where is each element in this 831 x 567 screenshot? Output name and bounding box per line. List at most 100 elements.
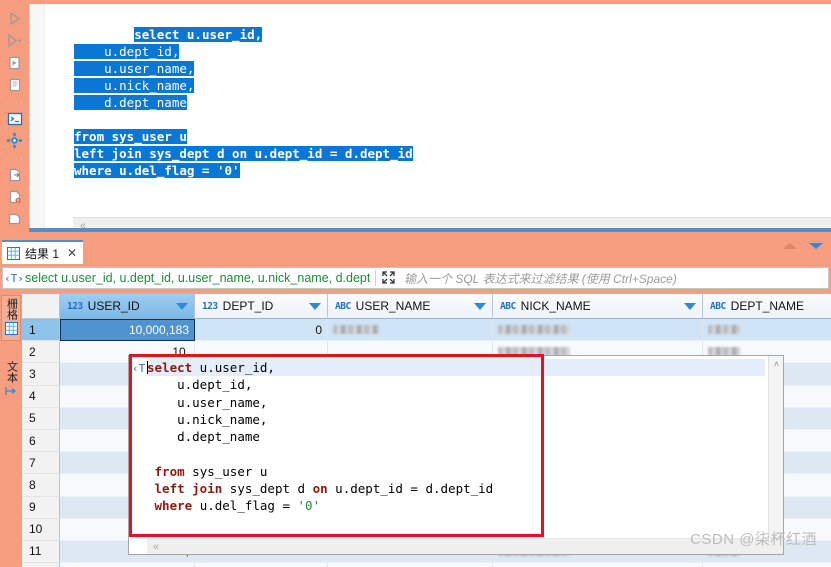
- grid-corner-cell[interactable]: [22, 294, 60, 319]
- explain-plan-icon[interactable]: [4, 76, 26, 93]
- grid-view-tab[interactable]: 栅格: [1, 295, 21, 341]
- table-cell-user-name[interactable]: [328, 319, 493, 342]
- table-cell-nick-name[interactable]: [493, 563, 703, 567]
- table-cell-dept-id[interactable]: 0: [195, 319, 328, 342]
- column-header-label: DEPT_NAME: [730, 299, 805, 313]
- column-header-nick-name[interactable]: ABC NICK_NAME: [493, 294, 703, 319]
- table-cell-user-id[interactable]: 10,: [60, 563, 195, 567]
- value-line-2: u.user_name,: [147, 395, 267, 410]
- grid-icon: [7, 246, 20, 260]
- row-number[interactable]: 4: [22, 385, 60, 408]
- tab-result-1-label: 结果 1: [25, 246, 60, 261]
- column-type-icon: 123: [202, 300, 218, 312]
- execute-statement-icon[interactable]: [4, 10, 26, 27]
- editor-selected-line-6: from sys_user u: [74, 129, 187, 144]
- value-viewer-sql-text[interactable]: select u.user_id, u.dept_id, u.user_name…: [147, 359, 765, 537]
- results-filter-bar[interactable]: ‹T› select u.user_id, u.dept_id, u.user_…: [2, 267, 829, 289]
- results-tab-row: 结果 1 ✕: [0, 236, 831, 264]
- sql-rest: d.dept_name: [177, 429, 260, 445]
- column-header-label: USER_ID: [87, 299, 140, 313]
- row-number[interactable]: 8: [22, 474, 60, 497]
- column-header-label: NICK_NAME: [520, 299, 591, 313]
- row-number[interactable]: 11: [22, 540, 60, 564]
- row-number[interactable]: 12: [22, 563, 60, 567]
- column-header-user-name[interactable]: ABC USER_NAME: [328, 294, 493, 319]
- table-cell-user-id[interactable]: 10,000,183: [60, 319, 195, 342]
- maximize-icon[interactable]: [381, 270, 397, 286]
- grid-view-tab-label: 栅格: [5, 298, 18, 320]
- table-cell-dept-name[interactable]: [703, 563, 831, 567]
- chevron-down-icon[interactable]: [474, 302, 486, 310]
- sql-rest: sys_dept d: [222, 481, 313, 497]
- export-data-icon[interactable]: [4, 166, 26, 183]
- editor-gutter: [30, 4, 45, 232]
- text-view-tab-label: 文本: [5, 361, 18, 383]
- sql-keyword: from: [154, 463, 185, 479]
- value-line-1: u.dept_id,: [147, 377, 252, 392]
- scroll-up-arrow-icon[interactable]: ˄: [769, 357, 783, 371]
- result-view-tabs: 栅格 文本: [0, 293, 22, 567]
- table-cell-user-name[interactable]: [328, 563, 493, 567]
- chevron-down-icon[interactable]: [176, 302, 188, 310]
- column-type-icon: 123: [67, 300, 83, 312]
- editor-selected-line-8: where u.del_flag = '0': [74, 163, 240, 178]
- row-number[interactable]: 5: [22, 407, 60, 430]
- filter-placeholder-text[interactable]: 输入一个 SQL 表达式来过滤结果 (使用 Ctrl+Space): [404, 270, 677, 287]
- row-number[interactable]: 2: [22, 341, 60, 364]
- settings-gear-icon[interactable]: [4, 132, 26, 149]
- text-view-icon: [4, 385, 18, 400]
- value-viewer-popup[interactable]: ‹T› select u.user_id, u.dept_id, u.user_…: [128, 355, 784, 555]
- row-number[interactable]: 1: [22, 319, 60, 342]
- value-viewer-horizontal-scrollbar[interactable]: «: [147, 538, 783, 554]
- chevron-down-icon[interactable]: [684, 302, 696, 310]
- execute-script-icon[interactable]: [4, 32, 26, 49]
- text-view-tab[interactable]: 文本: [1, 359, 21, 402]
- redacted-value: [333, 325, 379, 335]
- row-number[interactable]: 9: [22, 496, 60, 519]
- save-file-icon[interactable]: [4, 210, 26, 227]
- table-cell-nick-name[interactable]: [493, 319, 703, 342]
- editor-code-text[interactable]: select u.user_id, u.dept_id, u.user_name…: [46, 9, 831, 216]
- results-panel-arrows: [783, 243, 823, 249]
- sql-editor-pane[interactable]: select u.user_id, u.dept_id, u.user_name…: [29, 4, 831, 232]
- table-row[interactable]: 1210,: [22, 563, 831, 567]
- filter-divider: [375, 270, 376, 286]
- grid-header-row: 123 USER_ID 123 DEPT_ID ABC USER_NAME AB…: [22, 294, 831, 319]
- filter-active-query-text[interactable]: select u.user_id, u.dept_id, u.user_name…: [25, 271, 370, 285]
- sql-console-icon[interactable]: [4, 110, 26, 127]
- row-number[interactable]: 10: [22, 518, 60, 541]
- sql-rest: u.user_name,: [177, 394, 268, 410]
- row-number[interactable]: 6: [22, 429, 60, 453]
- editor-bottom-accent-strip: [29, 228, 831, 232]
- sql-rest: u.nick_name,: [177, 411, 268, 427]
- table-cell-dept-id[interactable]: [195, 563, 328, 567]
- chevron-down-icon[interactable]: [309, 302, 321, 310]
- column-header-user-id[interactable]: 123 USER_ID: [60, 294, 195, 319]
- table-row[interactable]: 1 10,000,183 0: [22, 319, 831, 342]
- sql-rest: sys_user u: [184, 463, 268, 479]
- column-header-dept-id[interactable]: 123 DEPT_ID: [195, 294, 328, 319]
- execute-in-new-tab-icon[interactable]: [4, 54, 26, 71]
- column-header-dept-name[interactable]: ABC DEPT_NAME: [703, 294, 831, 319]
- import-data-icon[interactable]: [4, 188, 26, 205]
- toolbar-separator-1: ····: [5, 97, 24, 109]
- row-number[interactable]: 3: [22, 363, 60, 386]
- table-cell-dept-name[interactable]: [703, 319, 831, 342]
- value-viewer-vertical-scrollbar[interactable]: ˄: [768, 356, 783, 538]
- filter-text-type-icon: ‹T›: [4, 271, 24, 285]
- collapse-panel-up-icon[interactable]: [783, 243, 797, 249]
- close-icon[interactable]: ✕: [67, 246, 77, 260]
- tab-result-1[interactable]: 结果 1 ✕: [2, 240, 84, 264]
- row-number[interactable]: 7: [22, 452, 60, 475]
- editor-selected-line-0: select u.user_id,: [134, 27, 263, 42]
- expand-panel-down-icon[interactable]: [809, 243, 823, 249]
- scroll-left-arrow-icon[interactable]: «: [149, 539, 163, 554]
- value-line-0: select u.user_id,: [147, 359, 765, 377]
- sql-rest: u.del_flag =: [192, 498, 298, 514]
- value-line-3: u.nick_name,: [147, 412, 267, 427]
